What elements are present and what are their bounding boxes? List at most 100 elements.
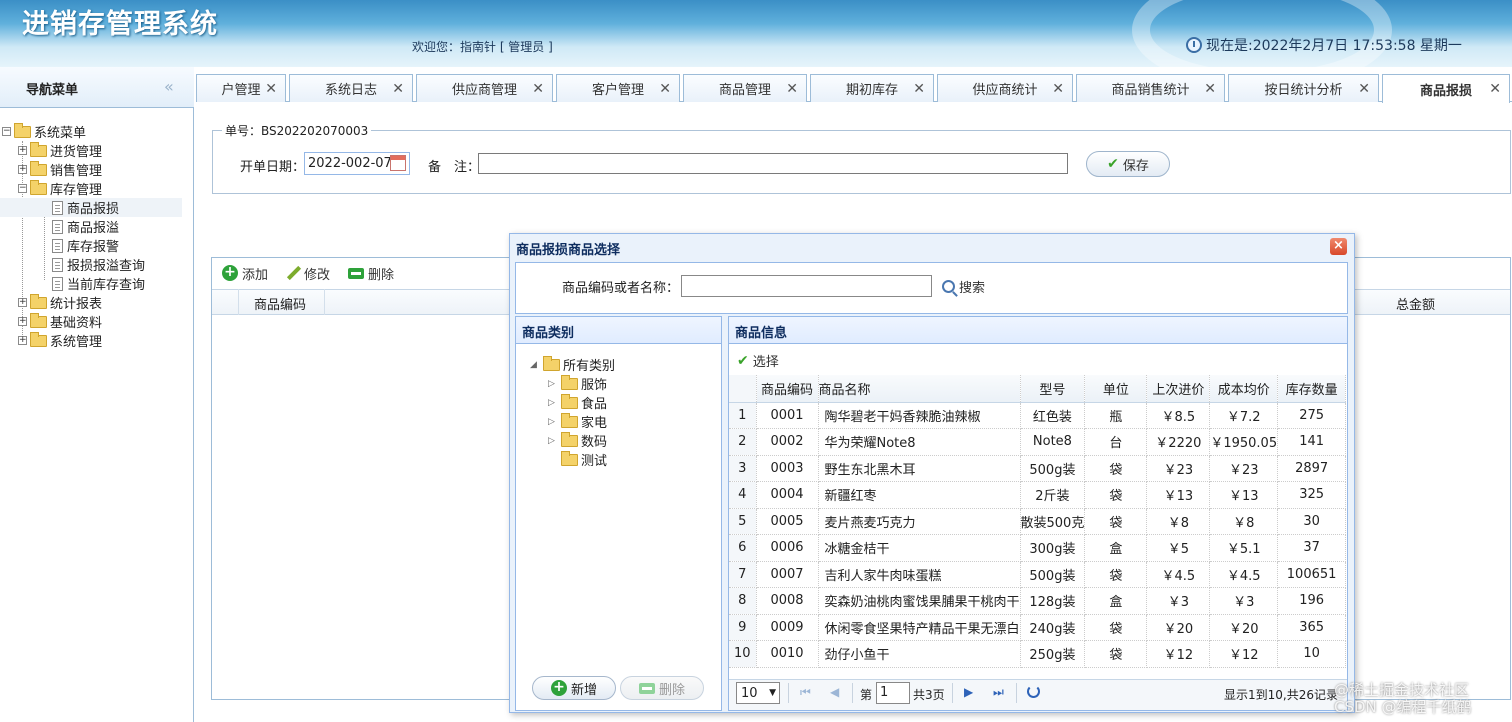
close-icon[interactable]: × [1330, 238, 1347, 255]
close-icon[interactable]: ✕ [1204, 81, 1216, 97]
sidebar-item[interactable]: + 基础资料 [0, 312, 182, 331]
expand-toggle-icon[interactable]: + [18, 146, 27, 155]
sidebar-item[interactable]: 商品报损 [0, 198, 182, 217]
close-icon[interactable]: ✕ [392, 81, 404, 97]
close-icon[interactable]: ✕ [913, 81, 925, 97]
column-header[interactable]: 成本均价 [1209, 375, 1279, 403]
table-cell: 275 [1277, 402, 1347, 429]
add-category-button[interactable]: + 新增 [532, 676, 616, 700]
close-icon[interactable]: ✕ [532, 81, 544, 97]
column-header[interactable]: 单位 [1084, 375, 1148, 403]
close-icon[interactable]: ✕ [1489, 81, 1501, 97]
category-root[interactable]: ◢ 所有类别 [530, 355, 615, 374]
tab[interactable]: 户管理 ✕ [196, 74, 286, 102]
expand-toggle-icon[interactable]: + [18, 336, 27, 345]
tree-root[interactable]: − 系统菜单 [2, 122, 184, 141]
remark-field[interactable] [478, 153, 1068, 174]
column-header[interactable]: 库存数量 [1277, 375, 1347, 403]
page-size-select[interactable]: 10 ▼ [736, 682, 780, 704]
close-icon[interactable]: ✕ [659, 81, 671, 97]
grid-col-total[interactable]: 总金额 [1396, 294, 1435, 313]
sidebar-item[interactable]: 库存报警 [0, 236, 182, 255]
table-row[interactable]: 1 0001 陶华碧老干妈香辣脆油辣椒 红色装瓶 ￥8.5 ￥7.2 275 [729, 402, 1347, 429]
table-row[interactable]: 8 0008 奕森奶油桃肉蜜饯果脯果干桃肉干 128g装盒 ￥3 ￥3 196 [729, 587, 1347, 615]
table-row[interactable]: 6 0006 冰糖金桔干 300g装盒 ￥5 ￥5.1 37 [729, 534, 1347, 562]
table-row[interactable]: 5 0005 麦片燕麦巧克力 散装500克袋 ￥8 ￥8 30 [729, 508, 1347, 535]
expand-toggle-icon[interactable]: + [18, 298, 27, 307]
column-header[interactable]: 商品名称 [818, 375, 1021, 403]
table-cell: 10 [1277, 640, 1347, 668]
search-button[interactable]: 搜索 [942, 277, 985, 296]
tab[interactable]: 系统日志 ✕ [289, 74, 413, 102]
collapse-icon[interactable]: « [164, 77, 174, 96]
last-page-icon[interactable]: ⏭ [993, 685, 1004, 700]
close-icon[interactable]: ✕ [1052, 81, 1064, 97]
calendar-icon[interactable] [390, 155, 406, 171]
expand-arrow-icon[interactable]: ▷ [548, 379, 558, 389]
tab[interactable]: 按日统计分析 ✕ [1228, 74, 1379, 102]
expand-toggle-icon[interactable]: + [18, 317, 27, 326]
expand-toggle-icon[interactable]: + [18, 165, 27, 174]
category-item[interactable]: ▷ 服饰 [548, 374, 607, 393]
refresh-icon[interactable] [1027, 685, 1040, 698]
category-item[interactable]: ▷ 数码 [548, 431, 607, 450]
table-row[interactable]: 10 0010 劲仔小鱼干 250g装袋 ￥12 ￥12 10 [729, 640, 1347, 668]
prev-page-icon[interactable]: ◀ [830, 685, 839, 699]
tab[interactable]: 商品销售统计 ✕ [1076, 74, 1225, 102]
table-cell: 劲仔小鱼干 [818, 640, 1021, 668]
product-table: 商品编码 商品名称 型号 单位 上次进价 成本均价 库存数量 1 0001 陶华碧老干妈香辣脆油… [729, 375, 1347, 668]
first-page-icon[interactable]: ⏮ [800, 685, 811, 700]
select-button[interactable]: ✔ 选择 [737, 351, 779, 371]
row-number: 6 [729, 534, 757, 562]
next-page-icon[interactable]: ▶ [964, 685, 973, 699]
table-cell: 盒 [1084, 587, 1148, 615]
table-row[interactable]: 7 0007 吉利人家牛肉味蛋糕 500g装袋 ￥4.5 ￥4.5 100651 [729, 561, 1347, 588]
folder-icon [30, 160, 47, 176]
search-input[interactable] [681, 275, 932, 297]
folder-icon [561, 374, 578, 390]
category-item[interactable]: 测试 [548, 450, 607, 469]
column-header[interactable]: 型号 [1020, 375, 1086, 403]
grid-col-code[interactable]: 商品编码 [254, 294, 306, 313]
tab[interactable]: 客户管理 ✕ [556, 74, 680, 102]
category-item[interactable]: ▷ 家电 [548, 412, 607, 431]
expanded-arrow-icon[interactable]: ◢ [530, 360, 540, 370]
add-button[interactable]: + 添加 [222, 264, 268, 283]
sidebar-item[interactable]: − 库存管理 [0, 179, 182, 198]
table-row[interactable]: 9 0009 休闲零食坚果特产精品干果无漂白 240g装袋 ￥20 ￥20 365 [729, 614, 1347, 641]
expand-arrow-icon[interactable]: ▷ [548, 417, 558, 427]
tab[interactable]: 供应商统计 ✕ [937, 74, 1073, 102]
sidebar-item[interactable]: + 进货管理 [0, 141, 182, 160]
expand-arrow-icon[interactable]: ▷ [548, 436, 558, 446]
sidebar-item[interactable]: + 统计报表 [0, 293, 182, 312]
close-icon[interactable]: ✕ [265, 81, 277, 97]
grid-toolbar: + 添加 修改 删除 [222, 262, 394, 284]
delete-category-button[interactable]: 删除 [620, 676, 704, 700]
edit-button[interactable]: 修改 [286, 264, 330, 283]
table-row[interactable]: 4 0004 新疆红枣 2斤装袋 ￥13 ￥13 325 [729, 481, 1347, 509]
row-number: 7 [729, 561, 757, 588]
tab[interactable]: 商品管理 ✕ [683, 74, 807, 102]
delete-button[interactable]: 删除 [348, 264, 394, 283]
close-icon[interactable]: ✕ [786, 81, 798, 97]
tab[interactable]: 商品报损 ✕ [1382, 74, 1510, 103]
expand-arrow-icon[interactable]: ▷ [548, 398, 558, 408]
category-item[interactable]: ▷ 食品 [548, 393, 607, 412]
save-button[interactable]: ✔ 保存 [1086, 151, 1170, 177]
collapse-toggle-icon[interactable]: − [18, 184, 27, 193]
column-header[interactable]: 商品编码 [756, 375, 819, 403]
table-cell: ￥8 [1146, 508, 1211, 535]
tab[interactable]: 供应商管理 ✕ [416, 74, 553, 102]
tab[interactable]: 期初库存 ✕ [810, 74, 934, 102]
collapse-toggle-icon[interactable]: − [2, 127, 11, 136]
table-row[interactable]: 3 0003 野生东北黑木耳 500g装袋 ￥23 ￥23 2897 [729, 455, 1347, 482]
sidebar-item[interactable]: + 系统管理 [0, 331, 182, 350]
column-header[interactable]: 上次进价 [1146, 375, 1211, 403]
sidebar-item[interactable]: + 销售管理 [0, 160, 182, 179]
sidebar-item[interactable]: 商品报溢 [0, 217, 182, 236]
sidebar-item[interactable]: 报损报溢查询 [0, 255, 182, 274]
table-row[interactable]: 2 0002 华为荣耀Note8 Note8 台 ￥2220 ￥1950.05 141 [729, 428, 1347, 456]
page-number-input[interactable]: 1 [876, 682, 910, 704]
sidebar-item[interactable]: 当前库存查询 [0, 274, 182, 293]
close-icon[interactable]: ✕ [1358, 81, 1370, 97]
